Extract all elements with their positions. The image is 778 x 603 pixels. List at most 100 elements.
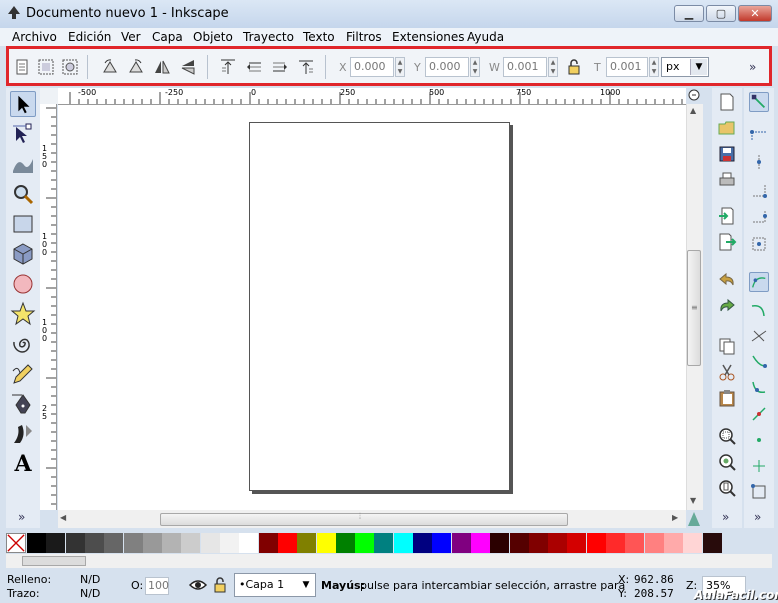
star-tool-icon[interactable] bbox=[10, 301, 36, 327]
select-all-layers-icon[interactable] bbox=[37, 58, 55, 76]
copy-icon[interactable] bbox=[717, 336, 737, 356]
node-tool-icon[interactable] bbox=[10, 121, 36, 147]
stroke-value[interactable]: N/D bbox=[80, 587, 100, 600]
y-spinner[interactable]: ▲ ▼ bbox=[470, 57, 480, 77]
open-icon[interactable] bbox=[717, 118, 737, 138]
color-swatch[interactable] bbox=[297, 533, 317, 553]
cut-icon[interactable] bbox=[717, 362, 737, 382]
lower-icon[interactable] bbox=[271, 58, 289, 76]
color-swatch[interactable] bbox=[606, 533, 625, 553]
opacity-input[interactable]: 100 bbox=[145, 577, 169, 595]
text-tool-icon[interactable]: A bbox=[10, 451, 36, 477]
flip-horizontal-icon[interactable] bbox=[153, 58, 171, 76]
menu-archivo[interactable]: Archivo bbox=[12, 30, 57, 44]
vertical-ruler[interactable]: 1 5 0 1 0 0 1 0 0 2 5 bbox=[40, 104, 57, 510]
palette-scroll-thumb[interactable] bbox=[22, 556, 86, 566]
color-swatch[interactable] bbox=[27, 533, 46, 553]
color-swatch[interactable] bbox=[567, 533, 587, 553]
layer-lock-icon[interactable] bbox=[212, 576, 228, 594]
color-swatch[interactable] bbox=[123, 533, 143, 553]
rotate-cw-icon[interactable] bbox=[127, 58, 145, 76]
fill-value[interactable]: N/D bbox=[80, 573, 100, 586]
snap-paths-icon[interactable] bbox=[749, 300, 769, 320]
menu-ver[interactable]: Ver bbox=[121, 30, 141, 44]
snap-bbox-center-icon[interactable] bbox=[749, 234, 769, 254]
ellipse-tool-icon[interactable] bbox=[10, 271, 36, 297]
select-all-icon[interactable] bbox=[13, 58, 31, 76]
menu-capa[interactable]: Capa bbox=[152, 30, 183, 44]
color-swatch[interactable] bbox=[258, 533, 278, 553]
menu-texto[interactable]: Texto bbox=[303, 30, 335, 44]
lock-icon[interactable] bbox=[565, 58, 583, 76]
layer-select[interactable]: •Capa 1 ▼ bbox=[234, 573, 316, 597]
palette-scrollbar[interactable] bbox=[6, 554, 772, 568]
w-spinner[interactable]: ▲ ▼ bbox=[548, 57, 558, 77]
color-swatch[interactable] bbox=[413, 533, 432, 553]
color-swatch[interactable] bbox=[374, 533, 394, 553]
lower-to-bottom-icon[interactable] bbox=[297, 58, 315, 76]
print-icon[interactable] bbox=[717, 170, 737, 190]
menu-extensiones[interactable]: Extensiones bbox=[392, 30, 465, 44]
color-swatch[interactable] bbox=[393, 533, 413, 553]
color-swatch[interactable] bbox=[335, 533, 355, 553]
tweak-tool-icon[interactable] bbox=[10, 151, 36, 177]
color-swatch[interactable] bbox=[509, 533, 529, 553]
zoom-tool-icon[interactable] bbox=[10, 181, 36, 207]
horizontal-ruler[interactable]: -500 -250 0 250 500 750 1000 bbox=[58, 88, 686, 105]
snap-cusp-nodes-icon[interactable] bbox=[749, 352, 769, 372]
close-button[interactable]: ✕ bbox=[738, 5, 772, 22]
menu-objeto[interactable]: Objeto bbox=[193, 30, 233, 44]
toolbox-overflow-button[interactable]: » bbox=[18, 510, 25, 524]
color-swatch[interactable] bbox=[470, 533, 490, 553]
zoom-page-icon[interactable] bbox=[717, 478, 737, 498]
snap-nodes-icon[interactable] bbox=[749, 272, 769, 292]
rectangle-tool-icon[interactable] bbox=[10, 211, 36, 237]
raise-to-top-icon[interactable] bbox=[219, 58, 237, 76]
snap-overflow-button[interactable]: » bbox=[754, 510, 761, 524]
zoom-fit-icon[interactable] bbox=[688, 89, 702, 103]
color-swatch[interactable] bbox=[104, 533, 124, 553]
selector-tool-icon[interactable] bbox=[10, 91, 36, 117]
menu-edicion[interactable]: Edición bbox=[68, 30, 111, 44]
unit-select[interactable]: px ▼ bbox=[661, 57, 709, 77]
color-swatch[interactable] bbox=[84, 533, 104, 553]
calligraphy-tool-icon[interactable] bbox=[10, 421, 36, 447]
scroll-right-icon[interactable]: ▶ bbox=[672, 513, 678, 522]
minimize-button[interactable]: ▁ bbox=[674, 5, 704, 22]
snap-intersections-icon[interactable] bbox=[749, 326, 769, 346]
new-document-icon[interactable] bbox=[717, 92, 737, 112]
color-swatch[interactable] bbox=[663, 533, 683, 553]
save-icon[interactable] bbox=[717, 144, 737, 164]
zoom-drawing-icon[interactable] bbox=[717, 452, 737, 472]
zoom-selection-icon[interactable] bbox=[717, 426, 737, 446]
raise-icon[interactable] bbox=[245, 58, 263, 76]
commands-overflow-button[interactable]: » bbox=[722, 510, 729, 524]
color-swatch[interactable] bbox=[200, 533, 220, 553]
horizontal-scroll-thumb[interactable]: ⦙ bbox=[160, 512, 568, 526]
redo-icon[interactable] bbox=[717, 296, 737, 316]
pen-tool-icon[interactable] bbox=[10, 391, 36, 417]
invert-selection-icon[interactable] bbox=[61, 58, 79, 76]
snap-bbox-corner-icon[interactable] bbox=[749, 180, 769, 200]
color-swatch[interactable] bbox=[528, 533, 548, 553]
color-swatch[interactable] bbox=[586, 533, 606, 553]
color-swatch[interactable] bbox=[432, 533, 452, 553]
snap-bbox-icon[interactable] bbox=[749, 124, 769, 144]
scroll-down-icon[interactable]: ▼ bbox=[690, 496, 696, 505]
rotate-ccw-icon[interactable] bbox=[101, 58, 119, 76]
color-swatch[interactable] bbox=[548, 533, 568, 553]
color-swatch[interactable] bbox=[683, 533, 703, 553]
export-icon[interactable] bbox=[717, 232, 737, 252]
spiral-tool-icon[interactable] bbox=[10, 331, 36, 357]
vertical-scroll-thumb[interactable]: ≡ bbox=[687, 250, 701, 366]
paste-icon[interactable] bbox=[717, 388, 737, 408]
color-manage-icon[interactable] bbox=[686, 510, 702, 528]
document-page[interactable] bbox=[249, 122, 510, 491]
x-spinner[interactable]: ▲ ▼ bbox=[395, 57, 405, 77]
color-swatch[interactable] bbox=[220, 533, 239, 553]
import-icon[interactable] bbox=[717, 206, 737, 226]
color-swatch[interactable] bbox=[644, 533, 664, 553]
color-swatch[interactable] bbox=[162, 533, 182, 553]
color-swatch[interactable] bbox=[46, 533, 66, 553]
visibility-eye-icon[interactable] bbox=[188, 576, 208, 594]
